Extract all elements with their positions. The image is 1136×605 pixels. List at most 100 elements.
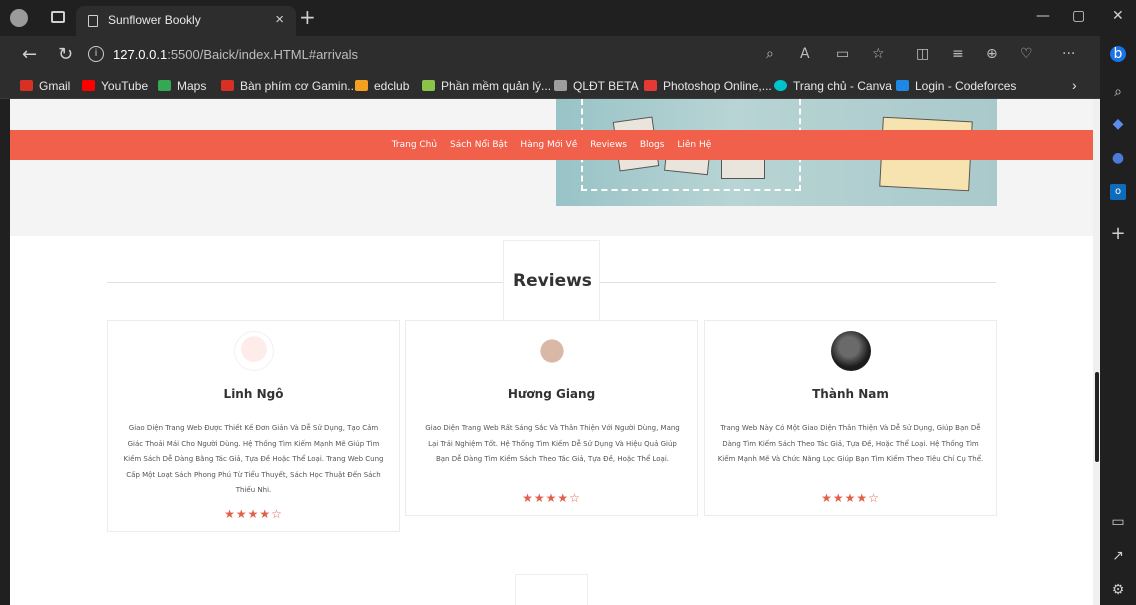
copilot-icon[interactable]: b [1110, 46, 1126, 62]
reviewer-name: Hương Giang [507, 387, 596, 401]
avatar [234, 331, 274, 371]
browser-tab[interactable]: Sunflower Bookly × [76, 6, 296, 36]
collections-icon[interactable]: ⊕ [986, 46, 998, 62]
bookmark-label: Login - Codeforces [915, 79, 1017, 93]
next-section-heading-box [515, 574, 588, 605]
nav-sach-noi-bat[interactable]: Sách Nổi Bật [450, 140, 508, 150]
search-icon[interactable]: ⌕ [1110, 84, 1126, 100]
bookmark-label: edclub [374, 79, 410, 93]
photoshop-icon [644, 80, 657, 91]
minimize-icon[interactable]: — [1036, 8, 1050, 24]
url-field[interactable]: 127.0.0.1:5500/Baick/index.HTML#arrivals [113, 47, 358, 62]
bookmark-label: Photoshop Online,... [663, 79, 772, 93]
reviews-heading: Reviews [513, 271, 592, 291]
sidebar-toggle-icon[interactable]: ▭ [1110, 514, 1126, 530]
performance-icon[interactable]: ♡ [1020, 46, 1033, 62]
bookmark-label: Trang chủ - Canva [793, 79, 892, 93]
back-icon[interactable]: ← [22, 44, 37, 65]
window-left-edge [0, 99, 10, 605]
nav-lien-he[interactable]: Liên Hệ [677, 140, 711, 150]
restore-icon[interactable]: ▢ [1072, 8, 1085, 24]
edge-sidebar: b ⌕ ◆ ● o + ▭ ↗ ⚙ [1100, 36, 1136, 605]
settings-gear-icon[interactable]: ⚙ [1110, 582, 1126, 598]
browser-tab-bar: Sunflower Bookly × + — ▢ ✕ [0, 0, 1136, 36]
shopping-tag-icon[interactable]: ◆ [1110, 116, 1126, 132]
immersive-reader-icon[interactable]: ▭ [836, 46, 849, 62]
canva-icon [774, 80, 787, 91]
bookmark-canva[interactable]: Trang chủ - Canva [774, 79, 892, 93]
split-screen-icon[interactable]: ◫ [916, 46, 929, 62]
ban-phim-icon [221, 80, 234, 91]
review-text: Trang Web Này Có Một Giao Diện Thân Thiệ… [717, 424, 984, 463]
zoom-icon[interactable]: ⌕ [766, 46, 774, 62]
bookmark-photoshop[interactable]: Photoshop Online,... [644, 79, 772, 93]
bookmark-youtube[interactable]: YouTube [82, 79, 148, 93]
more-menu-icon[interactable]: ··· [1062, 46, 1075, 62]
phan-mem-icon [422, 80, 435, 91]
nav-reviews[interactable]: Reviews [590, 140, 627, 150]
bookmark-codeforces[interactable]: Login - Codeforces [896, 79, 1016, 93]
address-bar-row: ← ↻ i 127.0.0.1:5500/Baick/index.HTML#ar… [0, 36, 1100, 75]
reviewer-name: Thành Nam [812, 387, 889, 401]
review-card: Hương Giang Giao Diện Trang Web Rất Sáng… [405, 320, 698, 516]
nav-hang-moi-ve[interactable]: Hàng Mới Về [520, 140, 577, 150]
page-icon [88, 15, 98, 27]
bookmark-label: Bàn phím cơ Gamin... [240, 79, 358, 93]
refresh-icon[interactable]: ↻ [58, 44, 73, 65]
bookmark-label: QLĐT BETA [573, 79, 639, 93]
rating-stars: ★★★★☆ [224, 507, 283, 521]
reviews-heading-box: Reviews [503, 240, 600, 324]
url-path: :5500/Baick/index.HTML#arrivals [167, 47, 358, 62]
profile-avatar[interactable] [10, 9, 28, 27]
site-navbar: Trang Chủ Sách Nổi Bật Hàng Mới Về Revie… [10, 130, 1093, 160]
avatar [831, 331, 871, 371]
tools-icon[interactable]: ● [1110, 150, 1126, 166]
bookmark-label: Maps [177, 79, 207, 93]
bookmark-label: Gmail [39, 79, 71, 93]
review-card: Thành Nam Trang Web Này Có Một Giao Diện… [704, 320, 997, 516]
read-aloud-icon[interactable]: A [800, 46, 810, 62]
bookmark-ban-phim[interactable]: Bàn phím cơ Gamin... [221, 79, 357, 93]
gmail-icon [20, 80, 33, 91]
more-bookmarks-icon[interactable]: › [1072, 77, 1077, 93]
url-host: 127.0.0.1 [113, 47, 168, 62]
maps-icon [158, 80, 171, 91]
bookmark-label: Phần mềm quản lý... [441, 79, 552, 93]
codeforces-icon [896, 80, 909, 91]
avatar [532, 331, 572, 371]
nav-blogs[interactable]: Blogs [640, 140, 665, 150]
scrollbar-track[interactable] [1093, 99, 1100, 605]
external-link-icon[interactable]: ↗ [1110, 548, 1126, 564]
review-text: Giao Diện Trang Web Được Thiết Kế Đơn Gi… [123, 424, 384, 494]
review-card: Linh Ngô Giao Diện Trang Web Được Thiết … [107, 320, 400, 532]
review-text: Giao Diện Trang Web Rất Sáng Sắc Và Thân… [425, 424, 680, 463]
outlook-icon[interactable]: o [1110, 184, 1126, 200]
scrollbar-thumb[interactable] [1095, 372, 1099, 462]
nav-trang-chu[interactable]: Trang Chủ [392, 140, 437, 150]
bookmarks-bar: Gmail YouTube Maps Bàn phím cơ Gamin... … [0, 75, 1100, 99]
rating-stars: ★★★★☆ [821, 491, 880, 505]
bookmark-gmail[interactable]: Gmail [20, 79, 70, 93]
bookmark-label: YouTube [101, 79, 149, 93]
reviewer-name: Linh Ngô [223, 387, 284, 401]
close-window-icon[interactable]: ✕ [1112, 8, 1124, 24]
tab-actions-icon[interactable] [51, 11, 65, 23]
bookmark-maps[interactable]: Maps [158, 79, 206, 93]
bookmark-edclub[interactable]: edclub [355, 79, 409, 93]
qldt-icon [554, 80, 567, 91]
new-tab-button[interactable]: + [299, 5, 316, 29]
reviews-divider-left [107, 282, 503, 283]
page-viewport: Trang Chủ Sách Nổi Bật Hàng Mới Về Revie… [0, 99, 1100, 605]
tab-close-icon[interactable]: × [275, 11, 284, 28]
favorites-icon[interactable]: ≡ [952, 46, 964, 62]
favorite-star-icon[interactable]: ☆ [872, 46, 885, 62]
edclub-icon [355, 80, 368, 91]
bookmark-qldt[interactable]: QLĐT BETA [554, 79, 639, 93]
add-icon[interactable]: + [1110, 225, 1126, 243]
bookmark-phan-mem[interactable]: Phần mềm quản lý... [422, 79, 551, 93]
youtube-icon [82, 80, 95, 91]
tab-title: Sunflower Bookly [108, 13, 201, 27]
site-info-icon[interactable]: i [88, 46, 104, 62]
reviews-divider-right [600, 282, 996, 283]
rating-stars: ★★★★☆ [522, 491, 581, 505]
